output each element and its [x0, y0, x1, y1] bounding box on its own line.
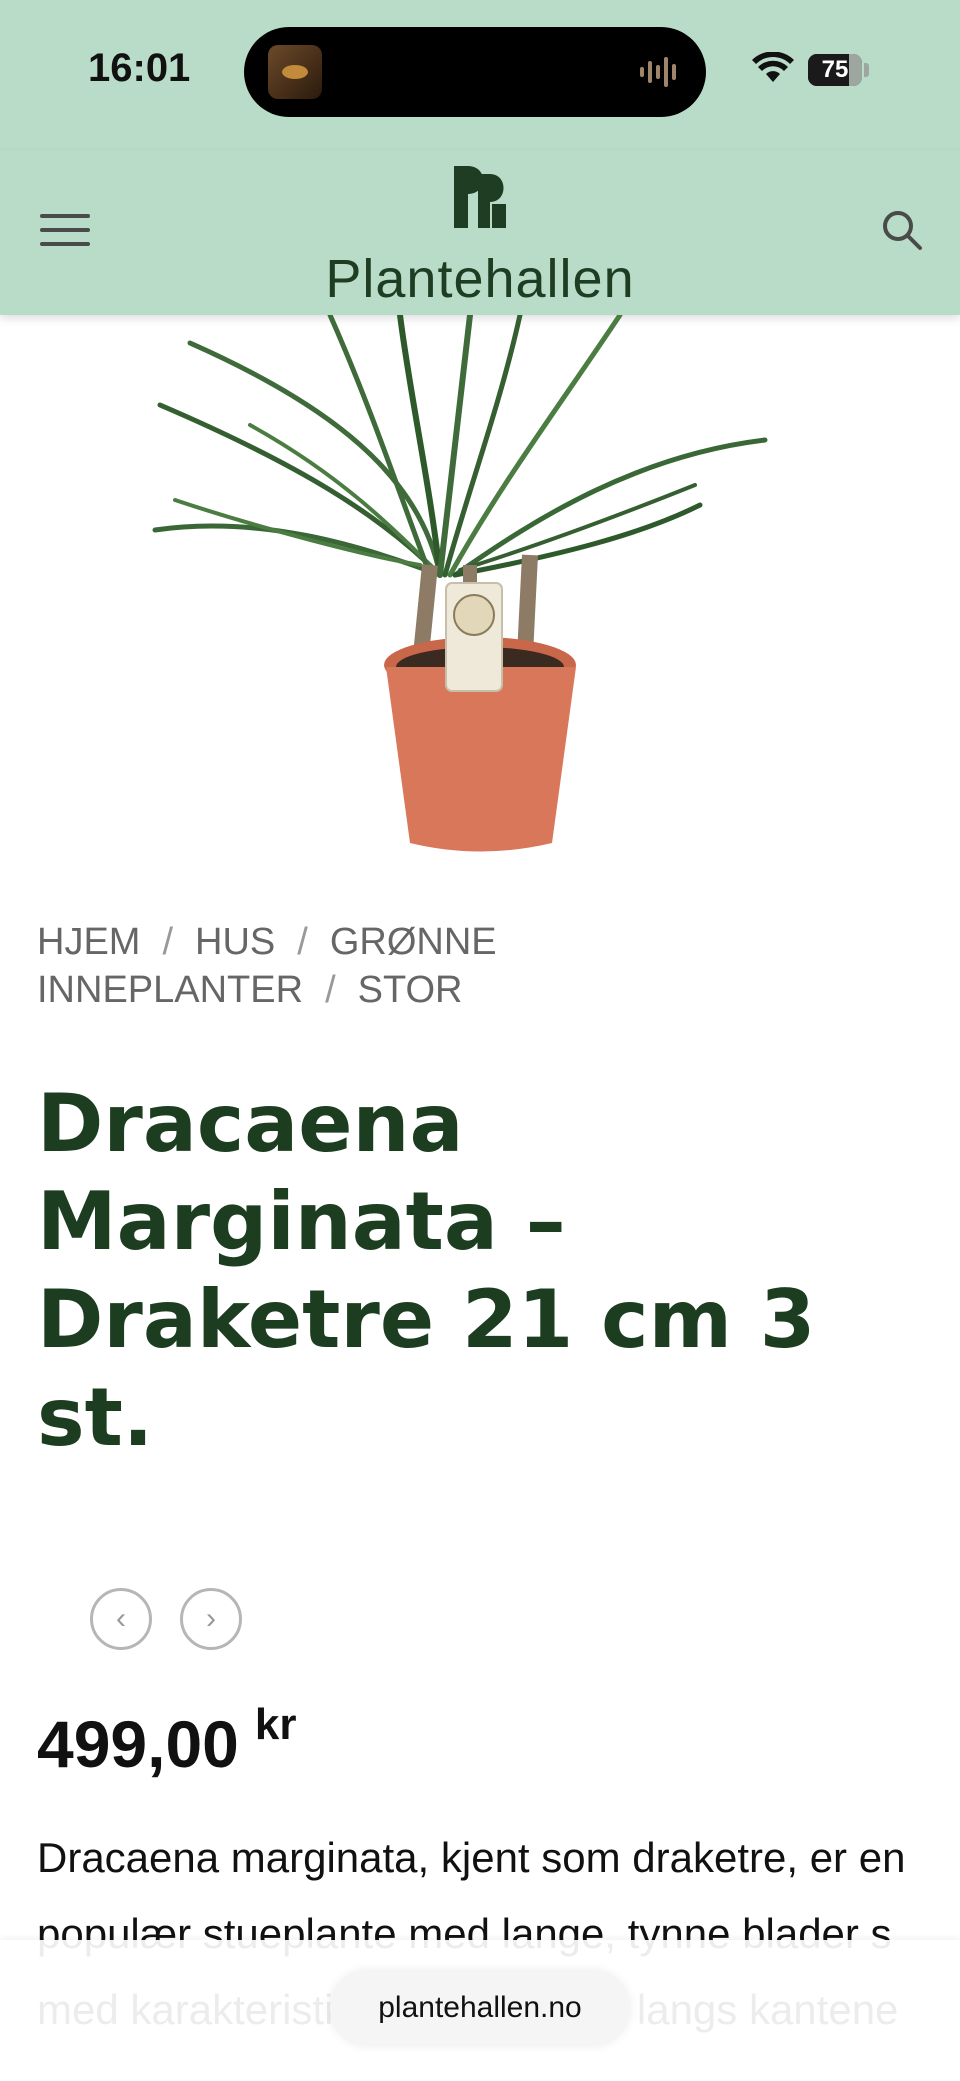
breadcrumb-separator: /	[297, 921, 308, 963]
breadcrumb-item-stor[interactable]: STOR	[358, 969, 463, 1011]
product-price: 499,00 kr	[37, 1700, 296, 1782]
status-bar: 16:01 75	[0, 0, 960, 150]
status-time: 16:01	[88, 46, 191, 90]
hamburger-menu-icon[interactable]	[38, 210, 94, 250]
search-icon[interactable]	[880, 208, 924, 252]
plantehallen-logo-icon[interactable]	[452, 164, 508, 230]
next-image-button[interactable]: ›	[180, 1588, 242, 1650]
breadcrumb-item-hus[interactable]: HUS	[195, 921, 275, 963]
dynamic-island[interactable]	[244, 27, 706, 117]
site-header: Plantehallen	[0, 150, 960, 315]
audio-wave-icon	[640, 57, 676, 87]
breadcrumb-separator: /	[325, 969, 336, 1011]
product-title: Dracaena Marginata – Draketre 21 cm 3 st…	[37, 1077, 816, 1464]
price-currency: kr	[254, 1700, 297, 1749]
now-playing-artwork	[268, 45, 322, 99]
address-bar[interactable]: plantehallen.no	[330, 1970, 630, 2046]
product-image[interactable]	[0, 315, 960, 875]
battery-tip	[864, 63, 869, 77]
wifi-icon	[752, 52, 794, 82]
price-amount: 499,00	[37, 1707, 239, 1781]
previous-image-button[interactable]: ‹	[90, 1588, 152, 1650]
breadcrumb: HJEM / HUS / GRØNNE INNEPLANTER / STOR	[37, 918, 917, 1014]
battery-icon: 75	[808, 54, 862, 86]
battery-level: 75	[821, 56, 849, 83]
breadcrumb-separator: /	[162, 921, 174, 963]
browser-bottom-bar: plantehallen.no	[0, 1940, 960, 2081]
site-logo-text[interactable]: Plantehallen	[0, 248, 960, 310]
breadcrumb-item-hjem[interactable]: HJEM	[37, 921, 140, 963]
